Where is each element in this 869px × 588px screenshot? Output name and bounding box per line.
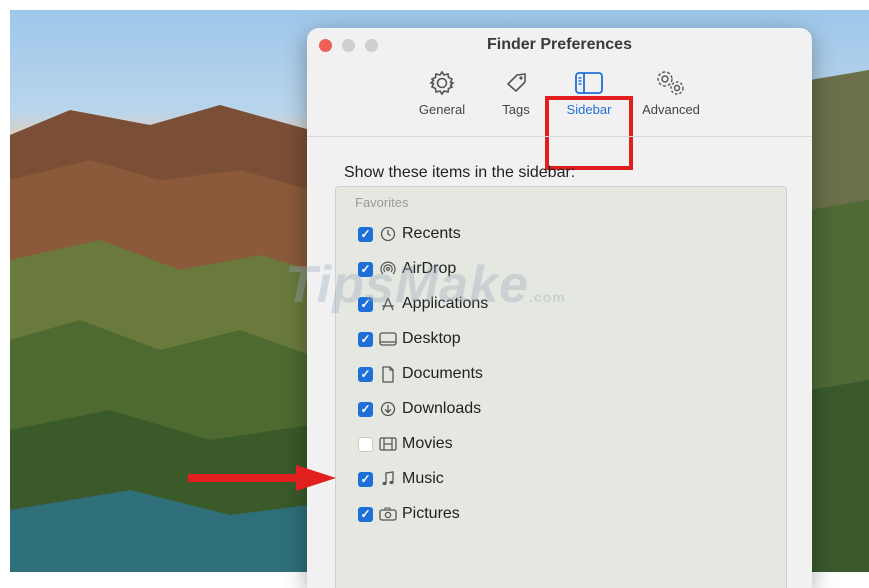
music-note-icon — [378, 471, 398, 487]
checkbox-checked[interactable]: ✓ — [358, 226, 373, 242]
sidebar-items-list[interactable]: Favorites ✓ Recents ✓ AirDrop ✓ Applicat… — [335, 186, 787, 588]
item-label: Pictures — [402, 505, 460, 522]
list-item-downloads[interactable]: ✓ Downloads — [358, 398, 481, 420]
item-label: Desktop — [402, 330, 461, 347]
tab-label: Tags — [502, 102, 530, 117]
list-item-desktop[interactable]: ✓ Desktop — [358, 328, 461, 350]
gears-icon — [635, 66, 707, 100]
preferences-toolbar: General Tags Sidebar Advanced — [307, 66, 812, 170]
item-label: AirDrop — [402, 260, 457, 277]
tab-label: Advanced — [642, 102, 700, 117]
tag-icon — [480, 66, 552, 100]
window-title: Finder Preferences — [487, 36, 632, 53]
camera-icon — [378, 507, 398, 521]
gear-icon — [406, 66, 478, 100]
list-item-recents[interactable]: ✓ Recents — [358, 223, 461, 245]
tab-advanced[interactable]: Advanced — [635, 66, 707, 117]
tab-label: General — [418, 102, 466, 117]
list-item-airdrop[interactable]: ✓ AirDrop — [358, 258, 456, 280]
list-item-applications[interactable]: ✓ Applications — [358, 293, 488, 315]
list-item-music[interactable]: ✓ Music — [358, 468, 444, 490]
desktop-icon — [378, 332, 398, 346]
download-icon — [378, 401, 398, 417]
clock-icon — [378, 226, 398, 242]
tab-general[interactable]: General — [406, 66, 478, 117]
list-item-movies[interactable]: Movies — [358, 433, 453, 455]
sidebar-tab-highlight-box — [545, 96, 633, 170]
favorites-section-label: Favorites — [355, 195, 409, 210]
red-arrow-annotation — [188, 465, 336, 491]
checkbox-checked[interactable]: ✓ — [358, 471, 373, 487]
checkbox-checked[interactable]: ✓ — [358, 261, 373, 277]
checkbox-checked[interactable]: ✓ — [358, 296, 373, 312]
item-label: Music — [402, 470, 444, 487]
finder-preferences-window: Finder Preferences General Tags Sidebar … — [307, 28, 812, 588]
film-icon — [378, 437, 398, 451]
tab-tags[interactable]: Tags — [480, 66, 552, 117]
item-label: Movies — [402, 435, 453, 452]
checkbox-checked[interactable]: ✓ — [358, 506, 373, 522]
checkbox-checked[interactable]: ✓ — [358, 401, 373, 417]
document-icon — [378, 365, 398, 383]
airdrop-icon — [378, 261, 398, 277]
checkbox-checked[interactable]: ✓ — [358, 331, 373, 347]
item-label: Documents — [402, 365, 483, 382]
checkbox-unchecked[interactable] — [358, 436, 373, 452]
checkbox-checked[interactable]: ✓ — [358, 366, 373, 382]
applications-icon — [378, 296, 398, 312]
list-item-pictures[interactable]: ✓ Pictures — [358, 503, 460, 525]
list-item-documents[interactable]: ✓ Documents — [358, 363, 483, 385]
item-label: Downloads — [402, 400, 482, 417]
toolbar-divider — [307, 136, 812, 137]
item-label: Recents — [402, 225, 461, 242]
item-label: Applications — [402, 295, 489, 312]
sidebar-items-heading: Show these items in the sidebar: — [344, 164, 576, 181]
sidebar-icon — [553, 66, 625, 100]
